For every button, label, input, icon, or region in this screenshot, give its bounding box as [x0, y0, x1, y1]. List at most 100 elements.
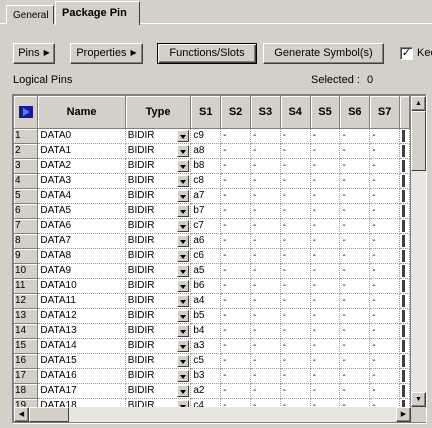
dropdown-arrow-icon[interactable] — [177, 129, 190, 142]
pin-name-cell[interactable]: DATA5 — [37, 203, 126, 219]
slot-cell-s6[interactable]: - — [339, 353, 371, 369]
slot-cell-s5[interactable]: - — [310, 188, 341, 204]
pin-name-cell[interactable]: DATA10 — [37, 278, 126, 294]
table-row[interactable]: 3 DATA2 BIDIR b8- - - - - - — [14, 158, 410, 174]
slot-cell-s2[interactable]: - — [220, 338, 251, 354]
slot-cell-s1[interactable]: c7 — [190, 218, 222, 234]
slot-cell-s6[interactable]: - — [339, 308, 371, 324]
slot-cell-s7[interactable]: - — [369, 308, 401, 324]
functions-slots-button[interactable]: Functions/Slots — [157, 43, 257, 64]
slot-cell-s2[interactable]: - — [220, 263, 251, 279]
row-number[interactable]: 2 — [14, 143, 39, 159]
tab-package-pin[interactable]: Package Pin — [55, 1, 140, 25]
slot-cell-s6[interactable]: - — [339, 173, 371, 189]
pin-type-select[interactable]: BIDIR — [125, 398, 192, 407]
slot-cell-s1[interactable]: c4 — [190, 398, 222, 407]
slot-cell-s5[interactable]: - — [310, 173, 341, 189]
slot-cell-s5[interactable]: - — [310, 383, 341, 399]
slot-cell-s4[interactable]: - — [280, 188, 311, 204]
scroll-down-arrow-icon[interactable]: ▼ — [411, 392, 426, 407]
dropdown-arrow-icon[interactable] — [177, 204, 190, 217]
slot-cell-s6[interactable]: - — [339, 323, 371, 339]
row-number[interactable]: 10 — [14, 263, 39, 279]
slot-cell-s3[interactable]: - — [250, 308, 281, 324]
slot-cell-s2[interactable]: - — [220, 248, 251, 264]
slot-cell-s5[interactable]: - — [310, 263, 341, 279]
dropdown-arrow-icon[interactable] — [177, 144, 190, 157]
slot-cell-s2[interactable]: - — [220, 218, 251, 234]
dropdown-arrow-icon[interactable] — [177, 189, 190, 202]
slot-cell-s3[interactable]: - — [250, 203, 281, 219]
pin-type-select[interactable]: BIDIR — [125, 203, 192, 219]
keep-checkbox[interactable]: ✓ — [400, 47, 413, 60]
slot-cell-s1[interactable]: b3 — [190, 368, 222, 384]
pin-type-select[interactable]: BIDIR — [125, 188, 192, 204]
slot-cell-s3[interactable]: - — [250, 293, 281, 309]
pin-type-select[interactable]: BIDIR — [125, 368, 192, 384]
slot-cell-s4[interactable]: - — [280, 338, 311, 354]
row-number[interactable]: 1 — [14, 128, 39, 144]
pin-type-select[interactable]: BIDIR — [125, 278, 192, 294]
slot-cell-s6[interactable]: - — [339, 263, 371, 279]
slot-cell-s5[interactable]: - — [310, 128, 341, 144]
slot-cell-s3[interactable]: - — [250, 233, 281, 249]
pin-type-select[interactable]: BIDIR — [125, 308, 192, 324]
slot-cell-s1[interactable]: a7 — [190, 188, 222, 204]
row-number[interactable]: 3 — [14, 158, 39, 174]
slot-cell-s5[interactable]: - — [310, 278, 341, 294]
slot-cell-s7[interactable]: - — [369, 263, 401, 279]
slot-cell-s4[interactable]: - — [280, 293, 311, 309]
slot-cell-s4[interactable]: - — [280, 353, 311, 369]
slot-cell-s4[interactable]: - — [280, 263, 311, 279]
slot-cell-s3[interactable]: - — [250, 398, 281, 407]
slot-cell-s7[interactable]: - — [369, 293, 401, 309]
slot-cell-s3[interactable]: - — [250, 278, 281, 294]
slot-cell-s6[interactable]: - — [339, 338, 371, 354]
dropdown-arrow-icon[interactable] — [177, 354, 190, 367]
pin-name-cell[interactable]: DATA8 — [37, 248, 126, 264]
row-number[interactable]: 18 — [14, 383, 39, 399]
slot-cell-s2[interactable]: - — [220, 128, 251, 144]
pin-name-cell[interactable]: DATA9 — [37, 263, 126, 279]
table-row[interactable]: 12 DATA11 BIDIR a4- - - - - - — [14, 293, 410, 309]
table-row[interactable]: 6 DATA5 BIDIR b7- - - - - - — [14, 203, 410, 219]
slot-cell-s2[interactable]: - — [220, 158, 251, 174]
pin-name-cell[interactable]: DATA14 — [37, 338, 126, 354]
slot-cell-s6[interactable]: - — [339, 398, 371, 407]
dropdown-arrow-icon[interactable] — [177, 324, 190, 337]
slot-cell-s7[interactable]: - — [369, 323, 401, 339]
slot-cell-s7[interactable]: - — [369, 338, 401, 354]
slot-cell-s7[interactable]: - — [369, 278, 401, 294]
pin-name-cell[interactable]: DATA15 — [37, 353, 126, 369]
pin-type-select[interactable]: BIDIR — [125, 323, 192, 339]
column-header-s1[interactable]: S1 — [190, 96, 222, 129]
tab-general[interactable]: General — [6, 5, 54, 24]
table-row[interactable]: 18 DATA17 BIDIR a2- - - - - - — [14, 383, 410, 399]
slot-cell-s4[interactable]: - — [280, 143, 311, 159]
pin-name-cell[interactable]: DATA12 — [37, 308, 126, 324]
slot-cell-s1[interactable]: b8 — [190, 158, 222, 174]
slot-cell-s2[interactable]: - — [220, 293, 251, 309]
slot-cell-s7[interactable]: - — [369, 203, 401, 219]
slot-cell-s7[interactable]: - — [369, 128, 401, 144]
pin-name-cell[interactable]: DATA4 — [37, 188, 126, 204]
row-number[interactable]: 13 — [14, 308, 39, 324]
slot-cell-s1[interactable]: c6 — [190, 248, 222, 264]
slot-cell-s1[interactable]: a5 — [190, 263, 222, 279]
table-row[interactable]: 1 DATA0 BIDIR c9- - - - - - — [14, 128, 410, 144]
table-row[interactable]: 15 DATA14 BIDIR a3- - - - - - — [14, 338, 410, 354]
slot-cell-s7[interactable]: - — [369, 353, 401, 369]
table-row[interactable]: 4 DATA3 BIDIR c8- - - - - - — [14, 173, 410, 189]
pin-name-cell[interactable]: DATA1 — [37, 143, 126, 159]
pin-type-select[interactable]: BIDIR — [125, 128, 192, 144]
slot-cell-s4[interactable]: - — [280, 308, 311, 324]
slot-cell-s3[interactable]: - — [250, 263, 281, 279]
slot-cell-s3[interactable]: - — [250, 158, 281, 174]
slot-cell-s7[interactable]: - — [369, 158, 401, 174]
slot-cell-s4[interactable]: - — [280, 368, 311, 384]
row-number[interactable]: 11 — [14, 278, 39, 294]
table-row[interactable]: 9 DATA8 BIDIR c6- - - - - - — [14, 248, 410, 264]
slot-cell-s3[interactable]: - — [250, 128, 281, 144]
slot-cell-s2[interactable]: - — [220, 353, 251, 369]
slot-cell-s5[interactable]: - — [310, 353, 341, 369]
